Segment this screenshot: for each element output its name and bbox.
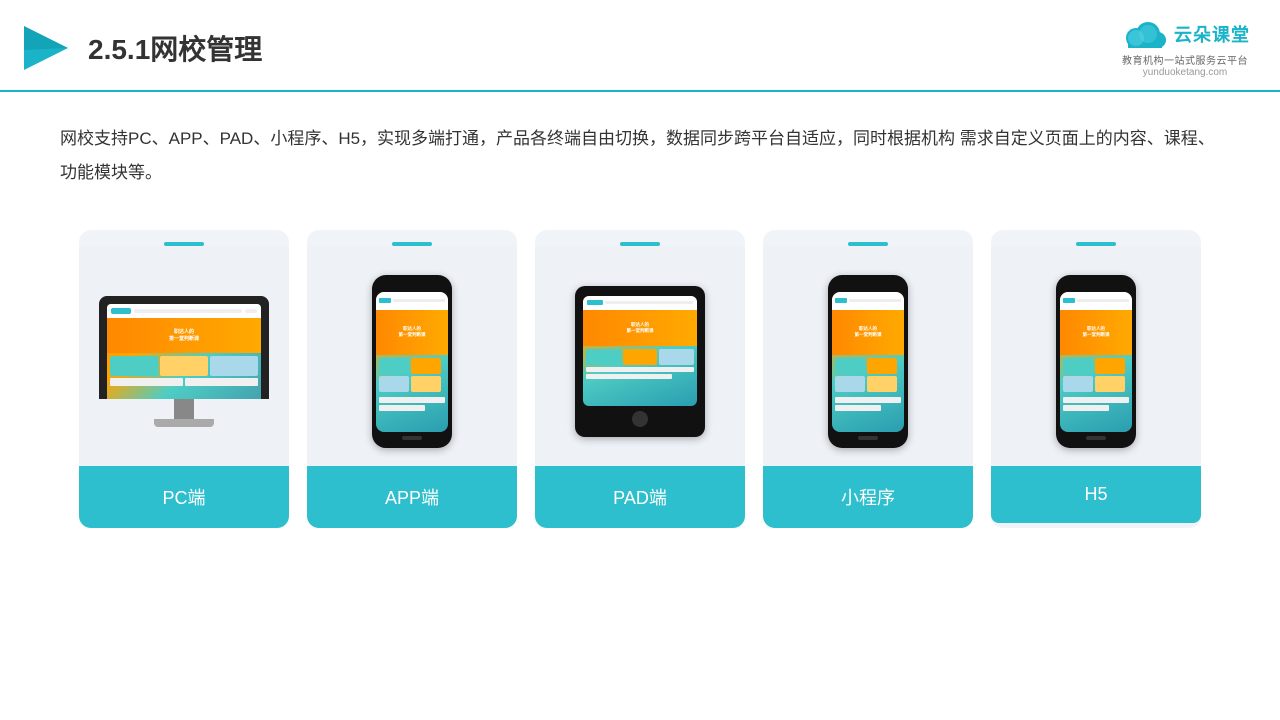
card-label-h5: H5 <box>991 466 1201 523</box>
card-label-pc: PC端 <box>79 466 289 528</box>
pc-monitor: 职达人的第一堂判断课 <box>99 296 269 427</box>
cards-container: 职达人的第一堂判断课 <box>0 220 1280 558</box>
cloud-icon <box>1120 18 1168 50</box>
logo-url: yunduoketang.com <box>1143 67 1228 78</box>
card-app: 职达人的第一堂判断课 APP端 <box>307 230 517 528</box>
card-h5: 职达人的第一堂判断课 H5 <box>991 230 1201 528</box>
page-title: 2.5.1网校管理 <box>88 28 262 68</box>
monitor-screen: 职达人的第一堂判断课 <box>107 304 261 399</box>
card-image-pad: 职达人的第一堂判断课 <box>535 246 745 466</box>
card-pc: 职达人的第一堂判断课 <box>79 230 289 528</box>
logo-name: 云朵课堂 <box>1174 21 1250 47</box>
tablet-btn-pad <box>632 411 648 427</box>
card-image-pc: 职达人的第一堂判断课 <box>79 246 289 466</box>
phone-home-app <box>402 436 422 440</box>
card-image-h5: 职达人的第一堂判断课 <box>991 246 1201 466</box>
card-pad: 职达人的第一堂判断课 PAD端 <box>535 230 745 528</box>
phone-mini: 职达人的第一堂判断课 <box>828 275 908 448</box>
phone-notch-mini <box>854 283 882 289</box>
phone-home-h5 <box>1086 436 1106 440</box>
card-image-mini: 职达人的第一堂判断课 <box>763 246 973 466</box>
card-image-app: 职达人的第一堂判断课 <box>307 246 517 466</box>
monitor-base <box>154 419 214 427</box>
phone-screen-app: 职达人的第一堂判断课 <box>376 292 448 432</box>
phone-home-mini <box>858 436 878 440</box>
header: 2.5.1网校管理 云朵课堂 教育机构一站式服务云平台 yunduoketang… <box>0 0 1280 92</box>
description-text: 网校支持PC、APP、PAD、小程序、H5，实现多端打通，产品各终端自由切换，数… <box>0 92 1280 210</box>
logo-cloud: 云朵课堂 <box>1120 18 1250 50</box>
monitor-stand <box>174 399 194 419</box>
brand-play-icon <box>20 22 72 74</box>
card-label-app: APP端 <box>307 466 517 528</box>
logo-tagline: 教育机构一站式服务云平台 <box>1122 52 1248 67</box>
header-left: 2.5.1网校管理 <box>20 22 262 74</box>
phone-h5: 职达人的第一堂判断课 <box>1056 275 1136 448</box>
phone-notch-app <box>398 283 426 289</box>
phone-app: 职达人的第一堂判断课 <box>372 275 452 448</box>
card-label-mini: 小程序 <box>763 466 973 528</box>
phone-screen-h5: 职达人的第一堂判断课 <box>1060 292 1132 432</box>
card-label-pad: PAD端 <box>535 466 745 528</box>
tablet-screen-pad: 职达人的第一堂判断课 <box>583 296 697 406</box>
phone-notch-h5 <box>1082 283 1110 289</box>
logo-area: 云朵课堂 教育机构一站式服务云平台 yunduoketang.com <box>1120 18 1250 78</box>
phone-screen-mini: 职达人的第一堂判断课 <box>832 292 904 432</box>
card-miniapp: 职达人的第一堂判断课 小程序 <box>763 230 973 528</box>
tablet-pad: 职达人的第一堂判断课 <box>575 286 705 437</box>
monitor-outer: 职达人的第一堂判断课 <box>99 296 269 399</box>
